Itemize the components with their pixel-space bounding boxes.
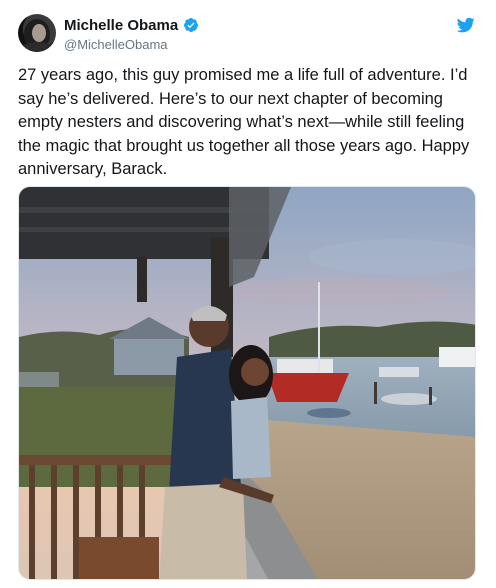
yacht (439, 347, 475, 367)
building (114, 337, 184, 375)
dock-post (429, 387, 432, 405)
tweet-text: 27 years ago, this guy promised me a lif… (18, 66, 470, 178)
author-handle[interactable]: @MichelleObama (64, 37, 199, 52)
boat-small (381, 393, 437, 405)
avatar-shoulder (20, 42, 54, 52)
author-names: Michelle Obama @MichelleObama (64, 15, 199, 52)
author-avatar[interactable] (18, 14, 56, 52)
boat-blue (307, 408, 351, 418)
boat (277, 359, 333, 373)
tweet-header: Michelle Obama @MichelleObama (18, 14, 478, 54)
woman (229, 345, 273, 479)
dock-post (374, 382, 377, 404)
boat-red-hull (267, 373, 349, 402)
author-display-name[interactable]: Michelle Obama (64, 17, 178, 34)
verified-badge-icon (184, 18, 199, 32)
tweet-photo[interactable] (18, 186, 476, 580)
photo-scene (19, 187, 475, 579)
porch-post (137, 257, 147, 302)
cloud (229, 278, 449, 306)
tweet-card: Michelle Obama @MichelleObama 27 years a… (0, 0, 496, 588)
boat (379, 367, 419, 377)
display-name-row: Michelle Obama (64, 15, 199, 35)
twitter-bird-icon[interactable] (456, 16, 476, 34)
chair (79, 537, 159, 579)
avatar-face (32, 24, 46, 42)
